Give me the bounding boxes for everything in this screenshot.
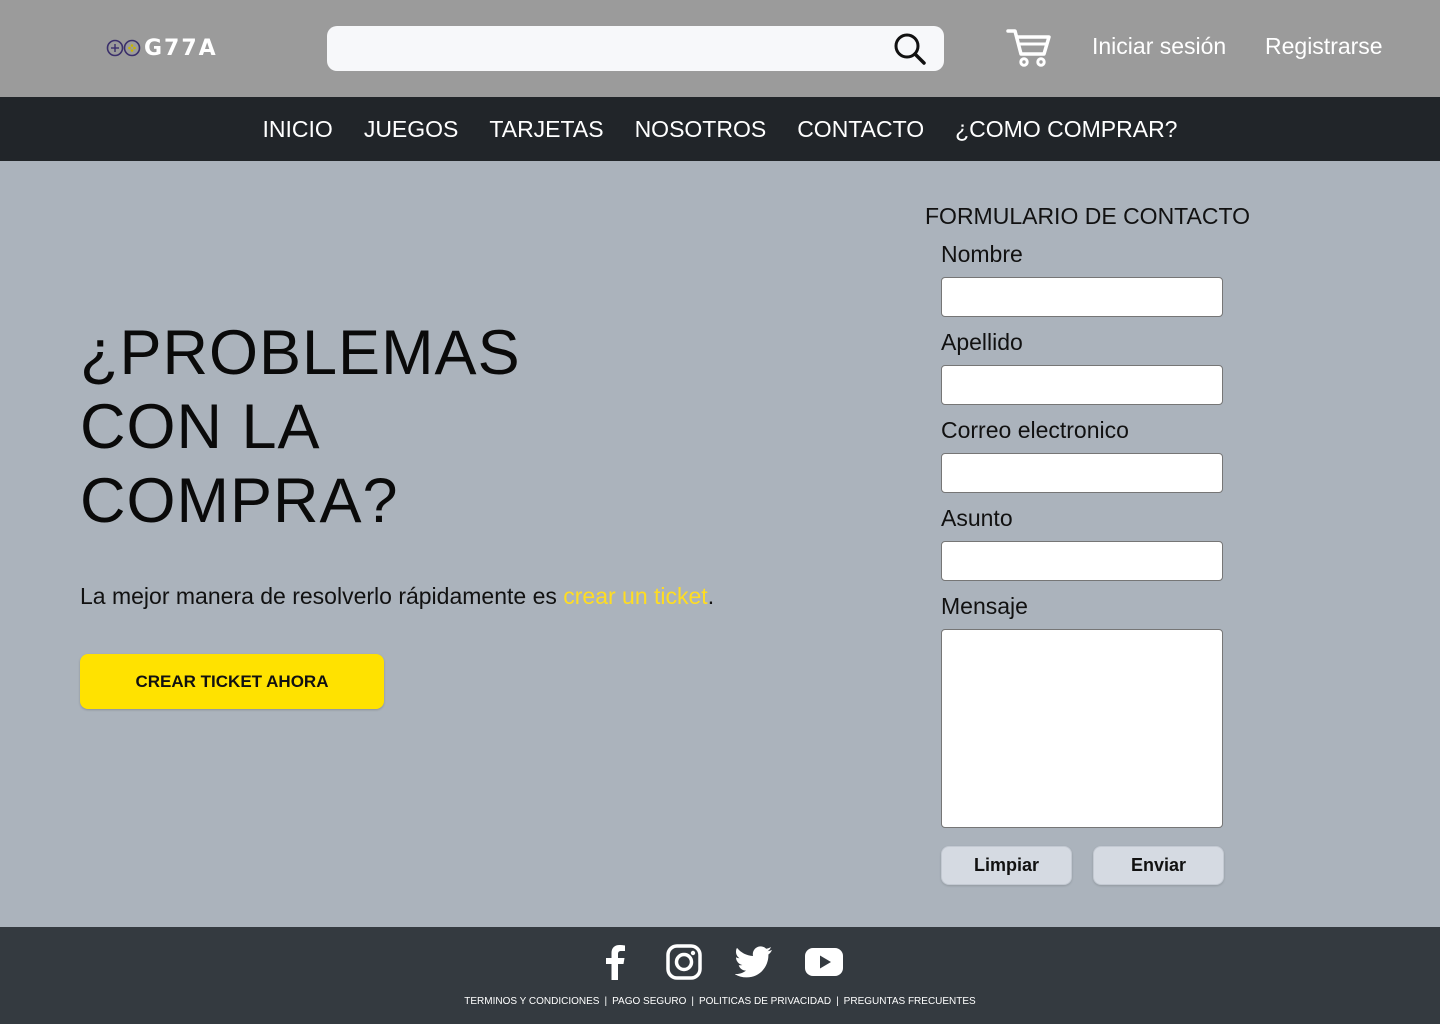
- privacy-policy-link[interactable]: POLITICAS DE PRIVACIDAD: [699, 996, 831, 1007]
- hero-text: La mejor manera de resolverlo rápidament…: [80, 583, 714, 610]
- site-footer: TERMINOS Y CONDICIONES | PAGO SEGURO | POLIT…: [0, 927, 1440, 1024]
- footer-links: TERMINOS Y CONDICIONES | PAGO SEGURO | POLIT…: [0, 996, 1440, 1007]
- first-name-field[interactable]: [941, 277, 1223, 317]
- hero-title: ¿PROBLEMAS CON LA COMPRA?: [80, 318, 521, 536]
- secure-payment-link[interactable]: PAGO SEGURO: [612, 996, 686, 1007]
- first-name-label: Nombre: [941, 241, 1023, 267]
- cart-icon[interactable]: [1006, 27, 1052, 69]
- search-input[interactable]: [343, 26, 883, 71]
- faq-link[interactable]: PREGUNTAS FRECUENTES: [844, 996, 976, 1007]
- site-header: G77A Iniciar sesión Registrarse: [0, 0, 1440, 97]
- register-link[interactable]: Registrarse: [1265, 33, 1383, 60]
- email-label: Correo electronico: [941, 417, 1129, 443]
- nav-item-inicio[interactable]: INICIO: [263, 116, 333, 143]
- facebook-icon[interactable]: [595, 942, 635, 982]
- subject-label: Asunto: [941, 505, 1013, 531]
- last-name-field[interactable]: [941, 365, 1223, 405]
- search-bar: [327, 26, 944, 71]
- gamepad-icon: [106, 39, 142, 57]
- footer-separator: |: [604, 996, 608, 1007]
- footer-separator: |: [836, 996, 839, 1007]
- search-icon[interactable]: [892, 31, 928, 67]
- message-field[interactable]: [941, 629, 1223, 828]
- subject-field[interactable]: [941, 541, 1223, 581]
- clear-button[interactable]: Limpiar: [941, 846, 1072, 885]
- instagram-icon[interactable]: [664, 942, 704, 982]
- message-label: Mensaje: [941, 593, 1028, 619]
- logo-text: G77A: [144, 35, 218, 61]
- main-nav: INICIO JUEGOS TARJETAS NOSOTROS CONTACTO…: [0, 97, 1440, 161]
- login-link[interactable]: Iniciar sesión: [1092, 33, 1226, 60]
- create-ticket-button[interactable]: CREAR TICKET AHORA: [80, 654, 384, 709]
- email-field[interactable]: [941, 453, 1223, 493]
- nav-item-nosotros[interactable]: NOSOTROS: [635, 116, 767, 143]
- last-name-label: Apellido: [941, 329, 1023, 355]
- footer-separator: |: [691, 996, 694, 1007]
- hero-text-after: .: [707, 583, 715, 609]
- youtube-icon[interactable]: [804, 942, 844, 982]
- terms-link[interactable]: TERMINOS Y CONDICIONES: [464, 996, 599, 1007]
- create-ticket-link[interactable]: crear un ticket: [563, 583, 707, 609]
- nav-item-como-comprar[interactable]: ¿COMO COMPRAR?: [955, 116, 1177, 143]
- nav-item-juegos[interactable]: JUEGOS: [364, 116, 459, 143]
- hero-text-before: La mejor manera de resolverlo rápidament…: [80, 583, 564, 609]
- nav-item-contacto[interactable]: CONTACTO: [797, 116, 924, 143]
- twitter-icon[interactable]: [734, 942, 774, 982]
- submit-button[interactable]: Enviar: [1093, 846, 1224, 885]
- contact-form-title: FORMULARIO DE CONTACTO: [925, 203, 1250, 229]
- logo[interactable]: G77A: [106, 33, 218, 63]
- nav-item-tarjetas[interactable]: TARJETAS: [489, 116, 603, 143]
